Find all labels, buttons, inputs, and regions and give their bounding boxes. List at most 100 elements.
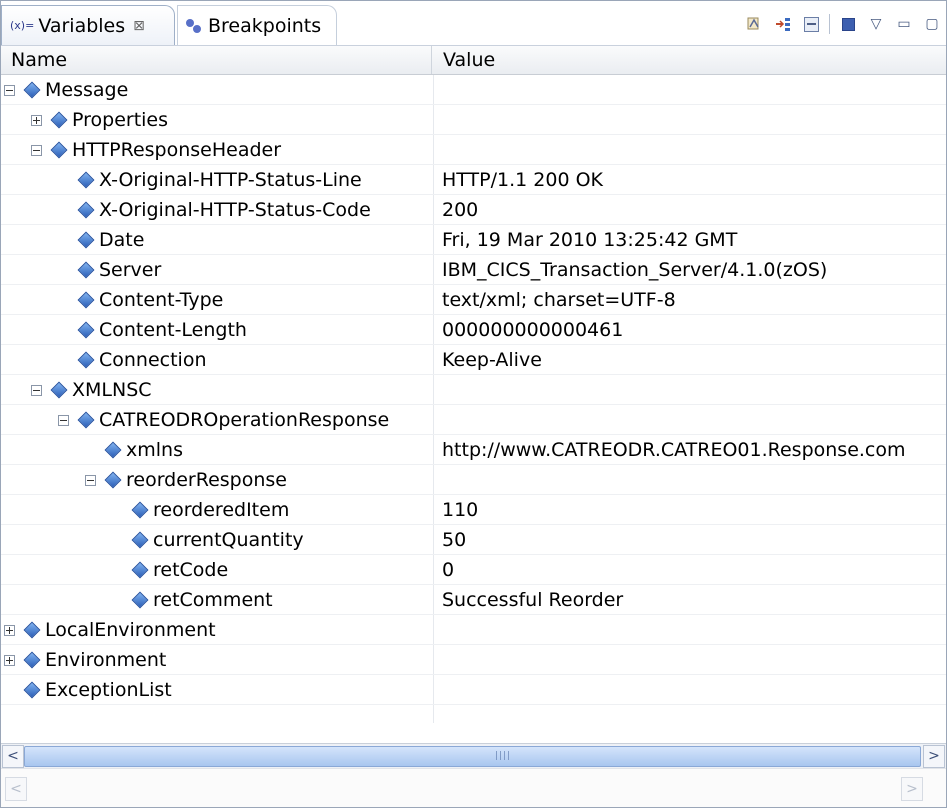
variable-icon <box>23 81 41 99</box>
show-type-names-icon[interactable] <box>745 14 765 34</box>
view-menu-icon[interactable]: ▽ <box>866 14 886 34</box>
close-icon[interactable]: ⊠ <box>133 18 145 34</box>
variable-icon <box>131 531 149 549</box>
expand-icon[interactable] <box>4 625 15 636</box>
tree-row[interactable]: currentQuantity 50 <box>1 525 946 555</box>
tree-row[interactable]: retComment Successful Reorder <box>1 585 946 615</box>
variable-icon <box>23 621 41 639</box>
collapse-all-icon[interactable] <box>801 14 821 34</box>
tree-row[interactable]: xmlns http://www.CATREODR.CATREO01.Respon… <box>1 435 946 465</box>
restore-icon[interactable]: ▢ <box>922 14 942 34</box>
horizontal-scrollbar[interactable]: < |||| > <box>1 743 946 768</box>
tab-breakpoints-label: Breakpoints <box>208 14 322 37</box>
tree-row[interactable]: Environment <box>1 645 946 675</box>
detail-scroll-right-button[interactable]: > <box>901 777 923 801</box>
tree-row[interactable]: Server IBM_CICS_Transaction_Server/4.1.0(… <box>1 255 946 285</box>
variable-icon <box>50 141 68 159</box>
variable-icon <box>23 681 41 699</box>
view-toolbar: ▽ ▭ ▢ <box>745 11 946 37</box>
collapse-icon[interactable] <box>85 475 96 486</box>
tree-row[interactable]: Date Fri, 19 Mar 2010 13:25:42 GMT <box>1 225 946 255</box>
column-value-header[interactable]: Value <box>433 46 943 74</box>
variable-value: IBM_CICS_Transaction_Server/4.1.0(zOS) <box>442 259 828 281</box>
scrollbar-grip-icon: |||| <box>495 751 512 761</box>
tree-row[interactable]: Content-Type text/xml; charset=UTF-8 <box>1 285 946 315</box>
variable-icon <box>50 381 68 399</box>
variable-value: http://www.CATREODR.CATREO01.Response.co… <box>442 439 906 461</box>
tree-row[interactable]: retCode 0 <box>1 555 946 585</box>
variable-value: HTTP/1.1 200 OK <box>442 169 603 191</box>
variable-icon <box>104 471 122 489</box>
tab-variables[interactable]: (x)= Variables ⊠ <box>1 5 175 45</box>
expand-icon[interactable] <box>31 115 42 126</box>
variable-name: Content-Type <box>99 289 224 311</box>
tree-row[interactable]: Properties <box>1 105 946 135</box>
variable-name: reorderedItem <box>153 499 290 521</box>
tree-row[interactable]: X-Original-HTTP-Status-Line HTTP/1.1 200 … <box>1 165 946 195</box>
variable-name: Server <box>99 259 162 281</box>
variable-name: Properties <box>72 109 169 131</box>
collapse-icon[interactable] <box>4 85 15 96</box>
collapse-icon[interactable] <box>58 415 69 426</box>
scrollbar-thumb[interactable]: |||| <box>24 746 921 767</box>
column-header: Name Value <box>1 46 946 75</box>
tab-breakpoints[interactable]: Breakpoints <box>177 5 337 45</box>
variable-icon <box>77 411 95 429</box>
tree-row[interactable]: HTTPResponseHeader <box>1 135 946 165</box>
collapse-icon[interactable] <box>31 385 42 396</box>
tree-row[interactable]: Content-Length 000000000000461 <box>1 315 946 345</box>
column-name-header[interactable]: Name <box>1 46 432 74</box>
variable-name: Content-Length <box>99 319 247 341</box>
variable-name: ExceptionList <box>45 679 172 701</box>
variables-view: (x)= Variables ⊠ Breakpoints ▽ ▭ ▢ Name … <box>0 0 947 808</box>
variable-icon <box>77 231 95 249</box>
variable-icon <box>77 201 95 219</box>
tree-row[interactable]: reorderResponse <box>1 465 946 495</box>
variable-name: LocalEnvironment <box>45 619 216 641</box>
tree-row[interactable]: Message <box>1 75 946 105</box>
variable-name: Message <box>45 79 129 101</box>
scroll-left-button[interactable]: < <box>2 745 24 768</box>
variable-icon <box>131 561 149 579</box>
show-logical-structure-icon[interactable] <box>773 14 793 34</box>
tree-row[interactable]: ExceptionList <box>1 675 946 705</box>
tree-row[interactable]: reorderedItem 110 <box>1 495 946 525</box>
scroll-right-button[interactable]: > <box>923 745 945 768</box>
variable-name: XMLNSC <box>72 379 152 401</box>
variable-name: retCode <box>153 559 229 581</box>
variable-name: currentQuantity <box>153 529 304 551</box>
collapse-icon[interactable] <box>31 145 42 156</box>
variable-value: 000000000000461 <box>442 319 624 341</box>
variable-name: Environment <box>45 649 167 671</box>
expand-icon[interactable] <box>4 655 15 666</box>
maximize-view-icon[interactable] <box>838 14 858 34</box>
toolbar-separator <box>829 14 830 34</box>
tree-row[interactable]: Connection Keep-Alive <box>1 345 946 375</box>
variables-tree: Message Properties HTTPResponseHeader X-Ori… <box>1 75 946 725</box>
variable-value: Fri, 19 Mar 2010 13:25:42 GMT <box>442 229 738 251</box>
variable-icon <box>131 501 149 519</box>
variable-value: Successful Reorder <box>442 589 624 611</box>
detail-pane: < > <box>1 768 946 807</box>
tree-row[interactable]: X-Original-HTTP-Status-Code 200 <box>1 195 946 225</box>
detail-scroll-left-button[interactable]: < <box>5 777 27 801</box>
variable-icon <box>77 351 95 369</box>
variable-value: 0 <box>442 559 455 581</box>
tree-row[interactable]: LocalEnvironment <box>1 615 946 645</box>
view-tab-bar: (x)= Variables ⊠ Breakpoints ▽ ▭ ▢ <box>1 1 946 46</box>
tree-row[interactable]: XMLNSC <box>1 375 946 405</box>
variable-name: reorderResponse <box>126 469 287 491</box>
variables-icon: (x)= <box>10 19 35 32</box>
minimize-icon[interactable]: ▭ <box>894 14 914 34</box>
variable-name: Connection <box>99 349 207 371</box>
tab-variables-label: Variables <box>38 14 126 37</box>
variable-name: X-Original-HTTP-Status-Code <box>99 199 371 221</box>
variable-icon <box>77 261 95 279</box>
variable-name: retComment <box>153 589 273 611</box>
variable-name: xmlns <box>126 439 183 461</box>
tree-row[interactable]: CATREODROperationResponse <box>1 405 946 435</box>
variable-value: Keep-Alive <box>442 349 542 371</box>
variable-value: text/xml; charset=UTF-8 <box>442 289 676 311</box>
variable-value: 200 <box>442 199 479 221</box>
variable-icon <box>77 321 95 339</box>
